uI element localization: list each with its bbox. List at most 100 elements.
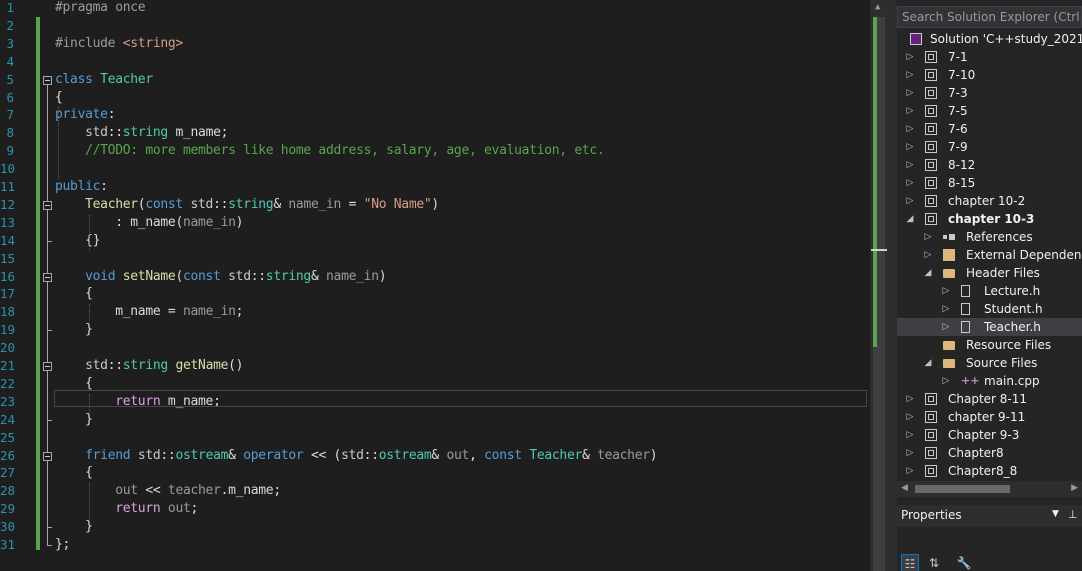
tree-item[interactable]: ▷ 7-3 [897,84,1082,102]
code-editor[interactable]: 1 2 3 4 5 6 7 8 9 10 11 12 13 14 15 16 17 18 19 20 21 22 23 24 2… [0,0,870,571]
expand-arrow-icon[interactable]: ▷ [941,282,951,300]
property-pages-icon[interactable]: 🔧 [955,554,973,571]
code-line[interactable]: void setName(const std::string& name_in) [55,268,386,286]
categorized-view-icon[interactable]: ☷ [901,554,919,571]
editor-vertical-scrollbar[interactable]: ▲ [870,0,888,571]
code-line[interactable]: { [55,464,93,482]
line-number: 15 [0,250,16,266]
code-line[interactable]: } [55,411,93,429]
expand-arrow-icon[interactable]: ▷ [905,192,915,210]
code-line[interactable]: { [55,89,63,107]
code-line[interactable]: //TODO: more members like home address, … [55,142,605,160]
collapse-arrow-icon[interactable]: ◢ [923,354,933,372]
collapse-region-icon[interactable] [43,362,52,371]
scroll-right-icon[interactable]: ▶ [1071,483,1078,493]
tree-item[interactable]: ▷ 7-9 [897,138,1082,156]
explorer-horizontal-scrollbar[interactable]: ◀ ▶ [897,481,1082,497]
code-line[interactable]: std::string m_name; [55,124,228,142]
code-line[interactable]: } [55,321,93,339]
tree-item[interactable]: ▷ 8-15 [897,174,1082,192]
code-line[interactable]: std::string getName() [55,357,243,375]
tree-item[interactable]: ▷ Chapter8_8 [897,462,1082,480]
tree-item[interactable]: ▷ chapter 9-11 [897,408,1082,426]
collapse-region-icon[interactable] [43,272,52,282]
code-line[interactable]: #include <string> [55,35,183,53]
collapse-region-icon[interactable] [43,451,52,461]
pin-icon[interactable]: ⊥ [1068,508,1078,521]
alphabetical-sort-icon[interactable]: ⇅ [925,554,943,571]
tree-item-label: 7-9 [948,140,968,154]
tree-item-label: 8-12 [948,158,976,172]
tree-item[interactable]: ▷ Chapter 8-11 [897,390,1082,408]
expand-arrow-icon[interactable]: ▷ [905,138,915,156]
code-line[interactable]: m_name = name_in; [55,303,243,321]
collapse-arrow-icon[interactable]: ◢ [923,264,933,282]
tree-item[interactable]: ▷ External Dependencies [897,246,1082,264]
expand-arrow-icon[interactable]: ▷ [941,300,951,318]
code-line[interactable]: } [55,518,93,536]
expand-arrow-icon[interactable]: ▷ [905,48,915,66]
tree-item[interactable]: ▷ Teacher.h [897,318,1082,336]
code-line[interactable]: friend std::ostream& operator << (std::o… [55,447,657,465]
code-line[interactable]: { [55,285,93,303]
expand-arrow-icon[interactable]: ▷ [905,390,915,408]
panel-splitter[interactable] [888,0,897,571]
tree-item[interactable]: ▷ Student.h [897,300,1082,318]
expand-arrow-icon[interactable]: ▷ [923,228,933,246]
project-icon [925,447,937,459]
tree-item[interactable]: ▷ Lecture.h [897,282,1082,300]
tree-item[interactable]: ▷ ++ main.cpp [897,372,1082,390]
expand-arrow-icon[interactable]: ▷ [905,408,915,426]
scrollbar-thumb[interactable] [915,485,1010,493]
expand-arrow-icon[interactable]: ▷ [905,444,915,462]
tree-item[interactable]: ▷ Chapter 9-3 [897,426,1082,444]
scroll-up-icon[interactable]: ▲ [875,2,880,12]
tree-item[interactable]: ◢ Header Files [897,264,1082,282]
tree-item[interactable]: ▷ 7-10 [897,66,1082,84]
code-line[interactable]: Teacher(const std::string& name_in = "No… [55,196,439,214]
outline-end [47,527,52,529]
code-line[interactable]: public: [55,178,108,196]
expand-arrow-icon[interactable]: ▷ [905,174,915,192]
line-number: 2 [6,17,14,33]
line-number: 20 [0,340,16,356]
expand-arrow-icon[interactable]: ▷ [941,318,951,336]
collapse-arrow-icon[interactable]: ◢ [905,210,915,228]
solution-search-input[interactable]: Search Solution Explorer (Ctrl+;) [897,6,1082,28]
tree-item[interactable]: Resource Files [897,336,1082,354]
code-line[interactable]: }; [55,536,70,554]
code-line[interactable]: class Teacher [55,71,153,89]
scroll-left-icon[interactable]: ◀ [901,483,908,493]
collapse-region-icon[interactable] [43,75,52,85]
code-line[interactable]: {} [55,232,100,250]
tree-item[interactable]: ▷ Chapter8 [897,444,1082,462]
tree-item[interactable]: ▷ References [897,228,1082,246]
line-number: 16 [0,268,16,284]
collapse-region-icon[interactable] [43,200,52,210]
tree-item[interactable]: ▷ 7-1 [897,48,1082,66]
expand-arrow-icon[interactable]: ▷ [905,66,915,84]
expand-arrow-icon[interactable]: ▷ [905,102,915,120]
dropdown-arrow-icon[interactable]: ▼ [1052,509,1059,519]
tree-item[interactable]: ▷ 7-6 [897,120,1082,138]
code-line[interactable]: private: [55,106,116,124]
expand-arrow-icon[interactable]: ▷ [905,156,915,174]
code-line[interactable]: #pragma once [55,0,146,17]
expand-arrow-icon[interactable]: ▷ [923,246,933,264]
code-line[interactable]: return out; [55,500,198,518]
expand-arrow-icon[interactable]: ▷ [905,462,915,480]
folder-icon [943,269,955,278]
tree-item[interactable]: ▷ 7-5 [897,102,1082,120]
expand-arrow-icon[interactable]: ▷ [941,372,951,390]
solution-root[interactable]: Solution 'C++study_20210921' [897,30,1082,48]
tree-item[interactable]: ▷ 8-12 [897,156,1082,174]
expand-arrow-icon[interactable]: ▷ [905,84,915,102]
project-icon [925,159,937,171]
tree-item[interactable]: ◢ chapter 10-3 [897,210,1082,228]
tree-item-label: 8-15 [948,176,976,190]
expand-arrow-icon[interactable]: ▷ [905,426,915,444]
tree-item[interactable]: ◢ Source Files [897,354,1082,372]
code-line[interactable]: : m_name(name_in) [55,214,243,232]
expand-arrow-icon[interactable]: ▷ [905,120,915,138]
tree-item[interactable]: ▷ chapter 10-2 [897,192,1082,210]
